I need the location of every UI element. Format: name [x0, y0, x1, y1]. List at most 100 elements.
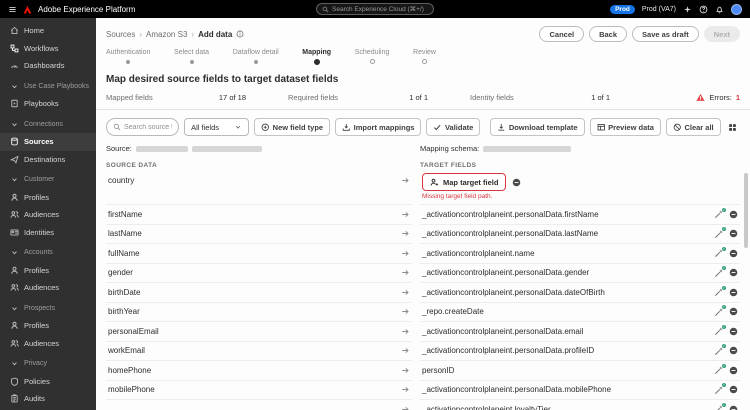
target-field-cell[interactable]: _activationcontrolplaneint.personalData.…: [420, 283, 740, 303]
cancel-button[interactable]: Cancel: [539, 26, 585, 42]
avatar[interactable]: [731, 3, 742, 15]
ai-assistant-icon[interactable]: [683, 5, 692, 14]
sidebar-section-accounts[interactable]: Accounts: [0, 244, 96, 262]
calculated-field-icon[interactable]: [714, 304, 727, 317]
preview-data-button[interactable]: Preview data: [589, 118, 661, 136]
remove-mapping-icon[interactable]: [729, 268, 738, 277]
step-scheduling[interactable]: Scheduling: [355, 49, 389, 65]
remove-mapping-icon[interactable]: [729, 366, 738, 375]
target-field-cell[interactable]: _activationcontrolplaneint.personalData.…: [420, 342, 740, 361]
sidebar-section-prospects[interactable]: Prospects: [0, 300, 96, 318]
map-arrow-icon[interactable]: [401, 176, 410, 185]
scrollbar[interactable]: [744, 173, 748, 248]
sidebar-item-destinations[interactable]: Destinations: [0, 151, 96, 169]
calculated-field-icon[interactable]: [714, 382, 727, 395]
source-search-input[interactable]: [124, 123, 173, 131]
field-filter-select[interactable]: All fields: [184, 118, 250, 136]
map-arrow-icon[interactable]: [401, 249, 410, 258]
sidebar-item-profiles[interactable]: Profiles: [0, 262, 96, 280]
map-target-field-button[interactable]: Map target field: [422, 173, 507, 191]
sidebar-item-profiles[interactable]: Profiles: [0, 317, 96, 335]
remove-mapping-icon[interactable]: [729, 405, 738, 410]
target-field-cell[interactable]: _activationcontrolplaneint.personalData.…: [420, 264, 740, 283]
sidebar-item-home[interactable]: Home: [0, 22, 96, 40]
calculated-field-icon[interactable]: [714, 401, 727, 410]
sidebar-item-identities[interactable]: Identities: [0, 224, 96, 242]
source-field-search[interactable]: [106, 118, 180, 136]
global-search[interactable]: [316, 3, 434, 15]
import-mappings-button[interactable]: Import mappings: [335, 118, 422, 136]
environment-label[interactable]: Prod (VA7): [642, 6, 676, 13]
step-dataflow-detail[interactable]: Dataflow detail: [233, 49, 279, 65]
sidebar-item-policies[interactable]: Policies: [0, 373, 96, 391]
map-arrow-icon[interactable]: [401, 210, 410, 219]
remove-mapping-icon[interactable]: [729, 327, 738, 336]
target-field-cell[interactable]: _activationcontrolplaneint.name: [420, 244, 740, 264]
info-icon[interactable]: [236, 30, 244, 38]
map-arrow-icon[interactable]: [401, 268, 410, 277]
step-authentication[interactable]: Authentication: [106, 49, 150, 65]
sidebar-item-profiles[interactable]: Profiles: [0, 189, 96, 207]
remove-mapping-icon[interactable]: [729, 307, 738, 316]
target-field-cell[interactable]: _activationcontrolplaneint.loyaltyTier: [420, 400, 740, 410]
calculated-field-icon[interactable]: [714, 323, 727, 336]
sidebar-item-sources[interactable]: Sources: [0, 133, 96, 151]
calculated-field-icon[interactable]: [714, 265, 727, 278]
calculated-field-icon[interactable]: [714, 343, 727, 356]
sidebar-item-playbooks[interactable]: Playbooks: [0, 95, 96, 113]
remove-mapping-icon[interactable]: [729, 210, 738, 219]
back-button[interactable]: Back: [589, 26, 628, 42]
calculated-field-icon[interactable]: [714, 362, 727, 375]
map-arrow-icon[interactable]: [401, 405, 410, 410]
calculated-field-icon[interactable]: [714, 284, 727, 297]
map-arrow-icon[interactable]: [401, 327, 410, 336]
target-field-cell[interactable]: _activationcontrolplaneint.personalData.…: [420, 225, 740, 244]
breadcrumb-amazon-s3[interactable]: Amazon S3: [146, 30, 187, 39]
save-as-draft-button[interactable]: Save as draft: [632, 26, 699, 42]
breadcrumb-sources[interactable]: Sources: [106, 30, 135, 39]
map-arrow-icon[interactable]: [401, 366, 410, 375]
sidebar-item-workflows[interactable]: Workflows: [0, 40, 96, 58]
target-field-cell[interactable]: _activationcontrolplaneint.personalData.…: [420, 322, 740, 342]
remove-mapping-icon[interactable]: [729, 288, 738, 297]
calculated-field-icon[interactable]: [714, 226, 727, 239]
target-field-cell[interactable]: personID: [420, 361, 740, 381]
remove-mapping-icon[interactable]: [729, 249, 738, 258]
step-select-data[interactable]: Select data: [174, 49, 209, 65]
clear-all-button[interactable]: Clear all: [665, 118, 721, 136]
sidebar-section-privacy[interactable]: Privacy: [0, 355, 96, 373]
sidebar-section-customer[interactable]: Customer: [0, 171, 96, 189]
sidebar-item-audiences[interactable]: Audiences: [0, 206, 96, 224]
download-template-button[interactable]: Download template: [490, 118, 585, 136]
sidebar-section-connections[interactable]: Connections: [0, 116, 96, 134]
remove-mapping-icon[interactable]: [729, 385, 738, 394]
calculated-field-icon[interactable]: [714, 245, 727, 258]
calculated-field-icon[interactable]: [714, 206, 727, 219]
sidebar-item-audits[interactable]: Audits: [0, 390, 96, 408]
next-button[interactable]: Next: [703, 26, 740, 42]
map-arrow-icon[interactable]: [401, 346, 410, 355]
errors-indicator[interactable]: Errors: 1: [696, 93, 740, 102]
map-arrow-icon[interactable]: [401, 307, 410, 316]
global-search-input[interactable]: [332, 5, 428, 13]
map-arrow-icon[interactable]: [401, 385, 410, 394]
remove-mapping-icon[interactable]: [729, 229, 738, 238]
target-field-cell[interactable]: _activationcontrolplaneint.personalData.…: [420, 381, 740, 400]
grid-view-button[interactable]: [726, 118, 740, 136]
target-field-cell[interactable]: _repo.createDate: [420, 303, 740, 322]
step-mapping[interactable]: Mapping: [302, 49, 331, 65]
target-field-cell[interactable]: _activationcontrolplaneint.personalData.…: [420, 205, 740, 225]
sidebar-item-dashboards[interactable]: Dashboards: [0, 57, 96, 75]
remove-mapping-icon[interactable]: [512, 178, 521, 187]
validate-button[interactable]: Validate: [426, 118, 481, 136]
sidebar-item-audiences[interactable]: Audiences: [0, 335, 96, 353]
menu-icon[interactable]: [8, 5, 17, 14]
map-arrow-icon[interactable]: [401, 229, 410, 238]
remove-mapping-icon[interactable]: [729, 346, 738, 355]
new-field-type-button[interactable]: New field type: [254, 118, 331, 136]
step-review[interactable]: Review: [413, 49, 436, 65]
sidebar-section-use-case-playbooks[interactable]: Use Case Playbooks: [0, 78, 96, 96]
help-icon[interactable]: [699, 5, 708, 14]
map-arrow-icon[interactable]: [401, 288, 410, 297]
environment-badge[interactable]: Prod: [610, 4, 635, 14]
